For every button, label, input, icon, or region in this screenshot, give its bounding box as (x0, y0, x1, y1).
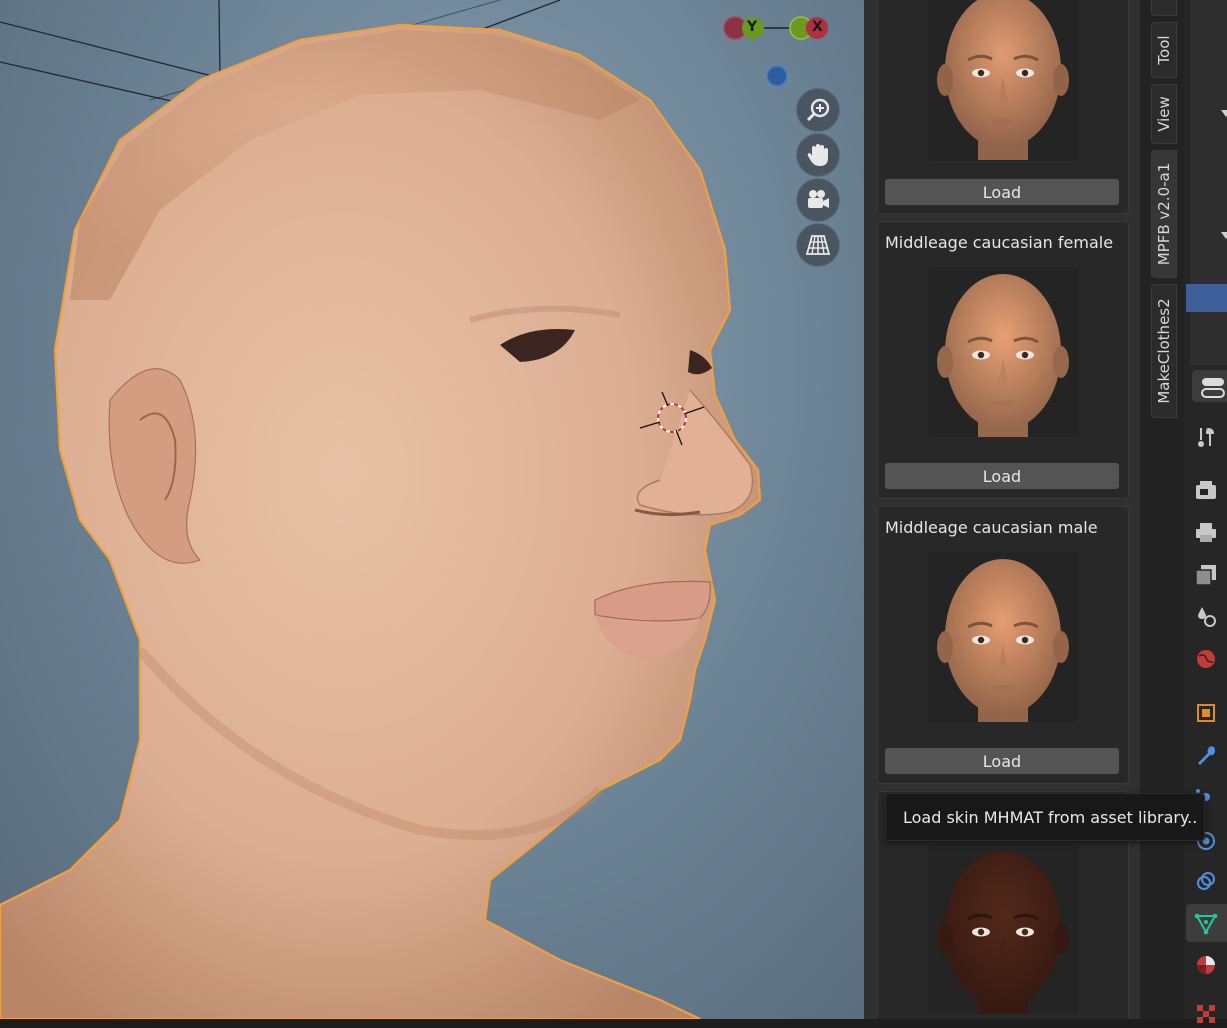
skin-card: Middleage caucasian female Load (877, 221, 1129, 499)
skin-thumbnail[interactable] (928, 0, 1078, 161)
texture-properties-tab[interactable] (1192, 1000, 1220, 1028)
hand-pan-icon (807, 144, 828, 166)
gizmo-x-label: X (812, 19, 823, 35)
load-button[interactable]: Load (884, 747, 1120, 775)
wireframe-line (479, 0, 561, 31)
material-icon (1197, 956, 1215, 974)
object-properties-tab[interactable] (1192, 699, 1220, 727)
navigation-gizmo[interactable]: Y X (720, 10, 840, 90)
tool-icon (1198, 428, 1214, 447)
mesh-data-icon (1194, 913, 1218, 935)
face-portrait (937, 0, 1069, 160)
scene-icon (1198, 607, 1216, 627)
constraints-properties-tab[interactable] (1192, 867, 1220, 895)
tab-mpfb-label: MPFB v2.0-a1 (1155, 162, 1173, 266)
tab-partial[interactable] (1151, 0, 1177, 16)
tool-properties-tab[interactable] (1192, 424, 1220, 452)
tab-view[interactable]: View (1151, 84, 1177, 144)
perspective-toggle-button[interactable] (797, 224, 839, 266)
tab-tool[interactable]: Tool (1151, 22, 1177, 78)
modifier-properties-tab[interactable] (1192, 741, 1220, 769)
chevron-down-icon[interactable] (1221, 232, 1227, 239)
skin-thumbnail[interactable] (928, 844, 1078, 1014)
sidebar-tab-strip: Tool View MPFB v2.0-a1 MakeClothes2 (1140, 0, 1184, 1019)
wireframe-line (0, 61, 181, 104)
options-toggle-button[interactable] (1192, 370, 1227, 402)
load-button[interactable]: Load (884, 178, 1120, 206)
tab-makeclothes-label: MakeClothes2 (1155, 298, 1173, 404)
viewport-scene (0, 0, 762, 1019)
face-portrait (937, 559, 1069, 722)
world-properties-tab[interactable] (1192, 645, 1220, 673)
render-properties-tab[interactable] (1192, 476, 1220, 504)
output-icon (1196, 523, 1216, 542)
tab-makeclothes[interactable]: MakeClothes2 (1151, 284, 1177, 418)
render-icon (1196, 481, 1216, 499)
tab-mpfb[interactable]: MPFB v2.0-a1 (1151, 150, 1177, 278)
selected-row-highlight (1186, 284, 1227, 312)
gizmo-y-label: Y (747, 19, 758, 35)
view-layer-icon (1195, 565, 1216, 586)
tab-view-label: View (1155, 96, 1173, 132)
toggle-icon (1201, 378, 1225, 398)
zoom-icon (806, 98, 830, 122)
scene-properties-tab[interactable] (1192, 603, 1220, 631)
zoom-button[interactable] (797, 89, 839, 131)
camera-icon (808, 190, 829, 208)
skin-thumbnail[interactable] (928, 552, 1078, 722)
face-portrait (937, 851, 1069, 1014)
properties-editor-strip (1184, 0, 1227, 1023)
camera-view-button[interactable] (797, 179, 839, 221)
output-properties-tab[interactable] (1192, 518, 1220, 546)
pan-button[interactable] (797, 134, 839, 176)
grid-perspective-icon (805, 235, 831, 255)
3d-viewport[interactable]: Y X (0, 0, 864, 1019)
skin-thumbnail[interactable] (928, 267, 1078, 437)
load-button[interactable]: Load (884, 462, 1120, 490)
skin-asset-panel[interactable]: Load Middleage caucasian female Load Mid… (864, 0, 1140, 1019)
modifier-icon (1198, 746, 1215, 765)
skin-card: Load (877, 0, 1129, 214)
constraints-icon (1197, 872, 1215, 890)
skin-card-title: Middleage caucasian female (885, 233, 1114, 252)
mesh-data-properties-tab[interactable] (1192, 909, 1220, 937)
view-layer-properties-tab[interactable] (1192, 561, 1220, 589)
face-portrait (937, 274, 1069, 437)
wireframe-line (218, 0, 221, 79)
world-icon (1197, 650, 1215, 668)
texture-icon (1197, 1005, 1215, 1023)
chevron-down-icon[interactable] (1221, 110, 1227, 117)
tab-tool-label: Tool (1155, 35, 1173, 65)
material-properties-tab[interactable] (1192, 951, 1220, 979)
skin-card-title: Middleage caucasian male (885, 518, 1098, 537)
tooltip: Load skin MHMAT from asset library.. (885, 793, 1205, 841)
skin-card: Middleage caucasian male Load (877, 506, 1129, 784)
object-icon (1197, 704, 1215, 722)
